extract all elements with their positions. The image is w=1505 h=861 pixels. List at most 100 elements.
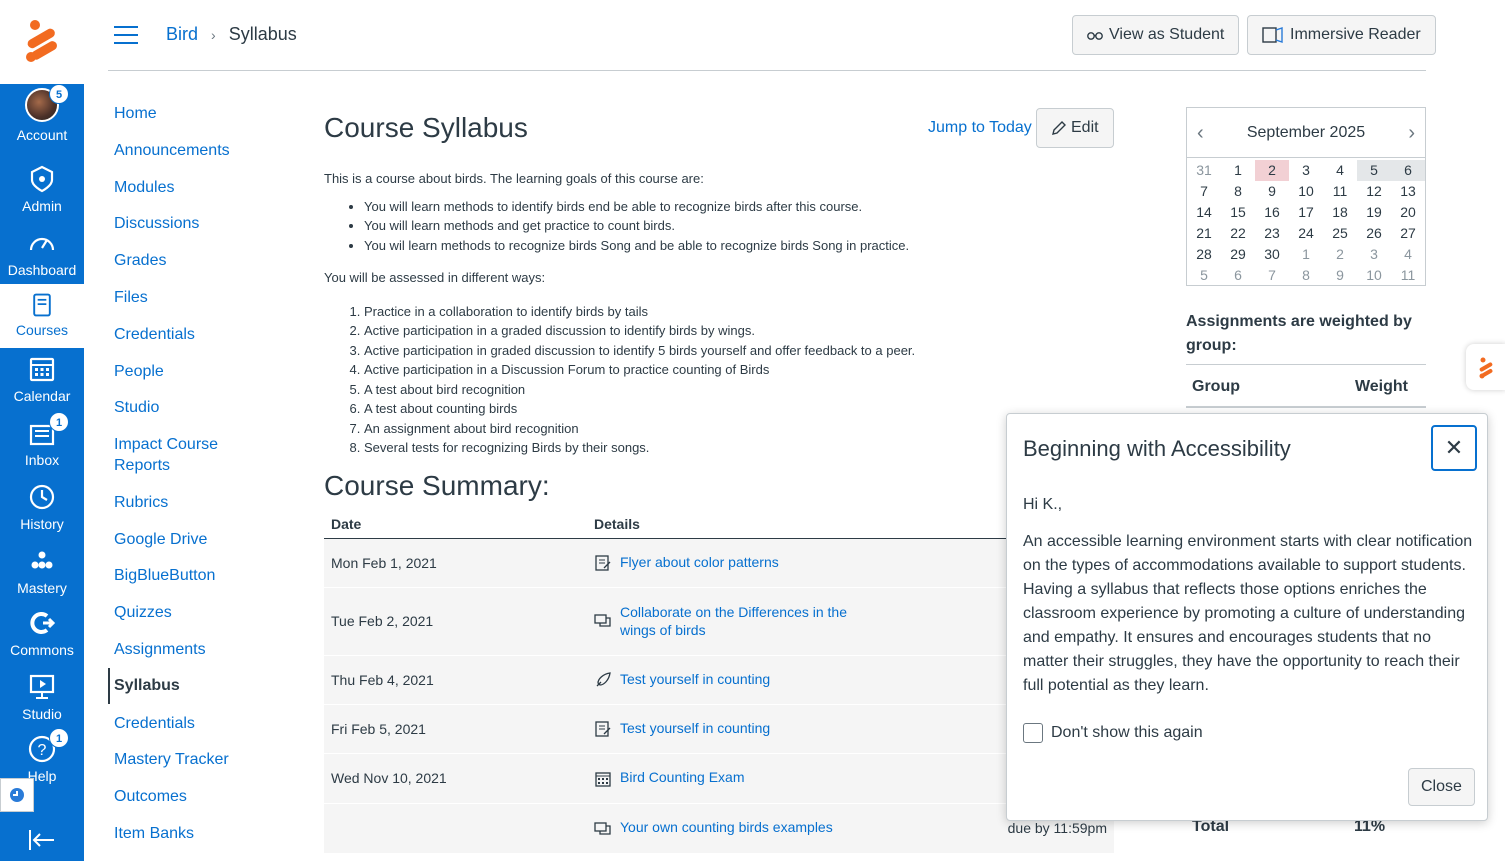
nav-mastery[interactable]: Mastery <box>0 546 84 608</box>
nav-account[interactable]: 5 Account <box>0 84 84 150</box>
close-button[interactable]: Close <box>1408 768 1475 806</box>
accessibility-widget-tab[interactable] <box>1466 344 1505 390</box>
calendar-day[interactable]: 3 <box>1357 244 1391 265</box>
edit-button[interactable]: Edit <box>1036 108 1114 148</box>
calendar-day[interactable]: 1 <box>1289 244 1323 265</box>
course-nav-item[interactable]: Credentials <box>108 713 201 734</box>
col-date: Date <box>324 509 587 539</box>
nav-history[interactable]: History <box>0 482 84 544</box>
course-nav-item[interactable]: Home <box>108 103 163 124</box>
row-title-link[interactable]: Test yourself in counting <box>620 720 770 736</box>
dont-show-again-checkbox[interactable]: Don't show this again <box>1023 722 1203 744</box>
row-title-link[interactable]: Flyer about color patterns <box>620 554 779 570</box>
nav-courses[interactable]: Courses <box>0 284 84 348</box>
row-title-link[interactable]: Bird Counting Exam <box>620 769 745 785</box>
course-nav-item[interactable]: Announcements <box>108 140 236 161</box>
calendar-day[interactable]: 4 <box>1391 244 1425 265</box>
nav-commons[interactable]: Commons <box>0 608 84 670</box>
course-nav-item[interactable]: Assignments <box>108 639 212 660</box>
calendar-day[interactable]: 4 <box>1323 160 1357 181</box>
calendar-day[interactable]: 6 <box>1391 160 1425 181</box>
course-nav-item[interactable]: People <box>108 361 170 382</box>
course-nav-item[interactable]: Rubrics <box>108 492 174 513</box>
calendar-day[interactable]: 10 <box>1357 265 1391 286</box>
calendar-day[interactable]: 31 <box>1187 160 1221 181</box>
nav-dashboard[interactable]: Dashboard <box>0 228 84 290</box>
breadcrumb-course[interactable]: Bird <box>166 24 198 44</box>
calendar-day[interactable]: 11 <box>1391 265 1425 286</box>
course-nav-item[interactable]: Credentials <box>108 324 201 345</box>
top-bar: Bird › Syllabus View as Student Immersiv… <box>108 0 1436 71</box>
calendar-day[interactable]: 8 <box>1221 181 1255 202</box>
calendar-day[interactable]: 26 <box>1357 223 1391 244</box>
collapse-nav-button[interactable] <box>28 828 56 852</box>
calendar-day[interactable]: 5 <box>1357 160 1391 181</box>
calendar-day[interactable]: 2 <box>1255 160 1289 181</box>
calendar-day[interactable]: 7 <box>1187 181 1221 202</box>
view-as-student-button[interactable]: View as Student <box>1072 15 1240 55</box>
checkbox-box[interactable] <box>1023 722 1043 743</box>
row-title-link[interactable]: Your own counting birds examples <box>620 819 833 835</box>
calendar-day[interactable]: 22 <box>1221 223 1255 244</box>
nav-studio[interactable]: Studio <box>0 672 84 734</box>
canvas-logo[interactable] <box>0 0 84 84</box>
calendar-day[interactable]: 16 <box>1255 202 1289 223</box>
row-date: Thu Feb 4, 2021 <box>324 655 587 705</box>
calendar-day[interactable]: 19 <box>1357 202 1391 223</box>
menu-toggle-button[interactable] <box>114 26 138 44</box>
course-nav-item[interactable]: Grades <box>108 250 172 271</box>
close-icon[interactable]: ✕ <box>1431 425 1477 471</box>
calendar-day[interactable]: 25 <box>1323 223 1357 244</box>
svg-text:?: ? <box>38 742 47 759</box>
extension-button[interactable] <box>0 778 34 812</box>
chevron-right-icon[interactable]: › <box>1408 108 1415 158</box>
nav-inbox[interactable]: 1 Inbox <box>0 412 84 480</box>
calendar-day[interactable]: 1 <box>1221 160 1255 181</box>
calendar-day[interactable]: 6 <box>1221 265 1255 286</box>
course-nav-item[interactable]: Item Banks <box>108 823 200 844</box>
calendar-day[interactable]: 29 <box>1221 244 1255 265</box>
calendar-day[interactable]: 12 <box>1357 181 1391 202</box>
course-nav-item[interactable]: Syllabus <box>108 668 186 704</box>
calendar-day[interactable]: 3 <box>1289 160 1323 181</box>
course-nav-item[interactable]: Mastery Tracker <box>108 749 235 770</box>
course-nav-item[interactable]: Quizzes <box>108 602 178 623</box>
nav-admin[interactable]: Admin <box>0 164 84 226</box>
calendar-day[interactable]: 28 <box>1187 244 1221 265</box>
course-nav-item[interactable]: Outcomes <box>108 786 193 807</box>
course-nav-item[interactable]: Files <box>108 287 154 308</box>
course-nav-item[interactable]: Modules <box>108 177 180 198</box>
calendar-day[interactable]: 14 <box>1187 202 1221 223</box>
calendar-day[interactable]: 9 <box>1323 265 1357 286</box>
calendar-day[interactable]: 21 <box>1187 223 1221 244</box>
calendar-day[interactable]: 20 <box>1391 202 1425 223</box>
course-nav-item[interactable]: Discussions <box>108 213 205 234</box>
chevron-left-icon[interactable]: ‹ <box>1197 108 1204 158</box>
calendar-day[interactable]: 7 <box>1255 265 1289 286</box>
calendar-day[interactable]: 5 <box>1187 265 1221 286</box>
immersive-reader-button[interactable]: Immersive Reader <box>1247 15 1436 55</box>
calendar-day[interactable]: 18 <box>1323 202 1357 223</box>
course-nav-item[interactable]: BigBlueButton <box>108 565 221 586</box>
course-nav-item[interactable]: Impact Course Reports <box>108 434 238 476</box>
calendar-day[interactable]: 2 <box>1323 244 1357 265</box>
calendar-day[interactable]: 10 <box>1289 181 1323 202</box>
calendar-day[interactable]: 13 <box>1391 181 1425 202</box>
calendar-day[interactable]: 30 <box>1255 244 1289 265</box>
row-title-link[interactable]: Test yourself in counting <box>620 671 770 687</box>
calendar-day[interactable]: 11 <box>1323 181 1357 202</box>
calendar-day[interactable]: 27 <box>1391 223 1425 244</box>
calendar-day[interactable]: 15 <box>1221 202 1255 223</box>
calendar-day[interactable]: 9 <box>1255 181 1289 202</box>
calendar-day[interactable]: 17 <box>1289 202 1323 223</box>
jump-to-today-link[interactable]: Jump to Today <box>928 119 1032 137</box>
calendar-day[interactable]: 8 <box>1289 265 1323 286</box>
row-title-link[interactable]: Collaborate on the Differences in the wi… <box>620 603 850 639</box>
help-badge: 1 <box>49 728 69 748</box>
course-nav-item[interactable]: Google Drive <box>108 529 213 550</box>
calendar-day[interactable]: 23 <box>1255 223 1289 244</box>
course-nav-item[interactable]: Studio <box>108 397 165 418</box>
calendar-day[interactable]: 24 <box>1289 223 1323 244</box>
nav-label: Calendar <box>13 388 71 404</box>
nav-calendar[interactable]: Calendar <box>0 354 84 416</box>
